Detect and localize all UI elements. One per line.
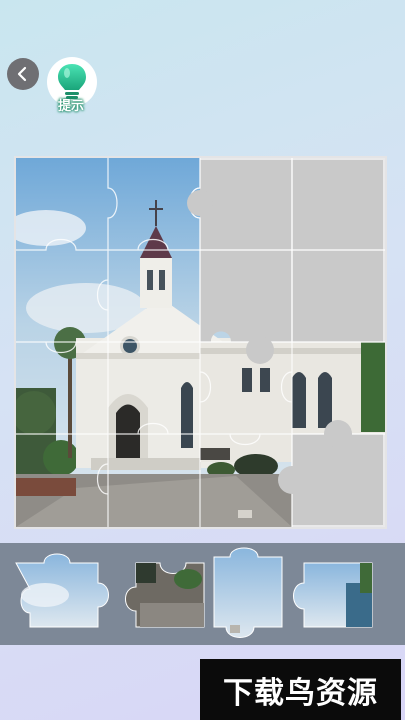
back-button[interactable] <box>7 58 39 90</box>
watermark: 下载鸟资源 <box>200 659 401 720</box>
hint-label: 提示 <box>57 98 84 113</box>
sky-piece[interactable] <box>15 553 109 628</box>
puzzle-board <box>14 156 387 529</box>
chevron-left-icon <box>17 66 27 82</box>
hint-button[interactable]: 提示 <box>45 57 97 113</box>
sky-corner-piece[interactable] <box>213 547 283 638</box>
piece-tray <box>0 543 405 645</box>
watermark-text: 下载鸟资源 <box>223 676 378 710</box>
building-edge-piece[interactable] <box>293 562 373 628</box>
street-piece[interactable] <box>125 562 205 628</box>
tray-pieces <box>15 547 373 638</box>
puzzle-image <box>16 158 385 527</box>
